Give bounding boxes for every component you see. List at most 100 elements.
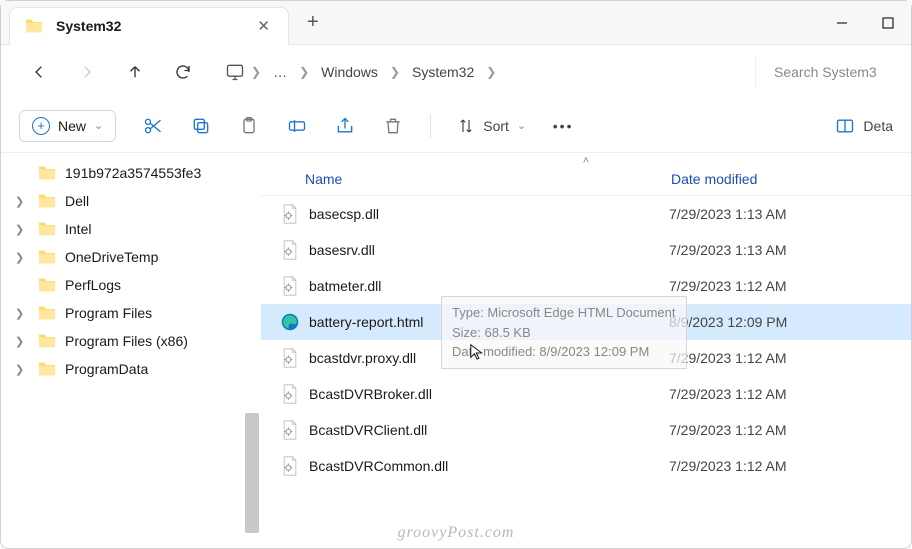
sidebar-item[interactable]: ❯ Program Files (x86) bbox=[1, 327, 261, 355]
chevron-right-icon[interactable]: ❯ bbox=[15, 307, 24, 320]
table-row[interactable]: battery-report.html8/9/2023 12:09 PM bbox=[261, 304, 911, 340]
breadcrumb-ellipsis[interactable]: … bbox=[267, 60, 293, 84]
file-date: 7/29/2023 1:13 AM bbox=[669, 242, 911, 258]
file-date: 7/29/2023 1:12 AM bbox=[669, 350, 911, 366]
chevron-right-icon[interactable]: ❯ bbox=[251, 65, 261, 79]
window-controls bbox=[819, 4, 911, 42]
column-headers: Name Date modified bbox=[261, 167, 911, 196]
sidebar-item-label: Program Files (x86) bbox=[65, 333, 188, 349]
file-date: 7/29/2023 1:12 AM bbox=[669, 458, 911, 474]
breadcrumb[interactable]: ❯ … ❯ Windows ❯ System32 ❯ bbox=[225, 60, 496, 84]
rename-button[interactable] bbox=[286, 115, 308, 137]
folder-icon bbox=[37, 333, 57, 349]
chevron-right-icon[interactable]: ❯ bbox=[15, 223, 24, 236]
minimize-button[interactable] bbox=[819, 4, 865, 42]
dll-file-icon bbox=[279, 384, 301, 404]
refresh-button[interactable] bbox=[161, 54, 205, 90]
folder-icon bbox=[37, 165, 57, 181]
chevron-right-icon[interactable]: ❯ bbox=[299, 65, 309, 79]
file-date: 7/29/2023 1:12 AM bbox=[669, 422, 911, 438]
table-row[interactable]: basesrv.dll7/29/2023 1:13 AM bbox=[261, 232, 911, 268]
sidebar-item-label: Intel bbox=[65, 221, 91, 237]
file-date: 7/29/2023 1:13 AM bbox=[669, 206, 911, 222]
sidebar-item-label: Program Files bbox=[65, 305, 152, 321]
sidebar-item-label: Dell bbox=[65, 193, 89, 209]
up-button[interactable] bbox=[113, 54, 157, 90]
file-list: ˄ Name Date modified basecsp.dll7/29/202… bbox=[261, 153, 911, 548]
chevron-down-icon: ⌄ bbox=[517, 119, 526, 132]
file-name: battery-report.html bbox=[309, 314, 669, 330]
chevron-right-icon[interactable]: ❯ bbox=[15, 363, 24, 376]
chevron-right-icon[interactable]: ❯ bbox=[15, 251, 24, 264]
back-button[interactable] bbox=[17, 54, 61, 90]
sidebar-item-label: PerfLogs bbox=[65, 277, 121, 293]
file-date: 7/29/2023 1:12 AM bbox=[669, 278, 911, 294]
cut-button[interactable] bbox=[142, 115, 164, 137]
sidebar-item[interactable]: ❯ OneDriveTemp bbox=[1, 243, 261, 271]
table-row[interactable]: BcastDVRCommon.dll7/29/2023 1:12 AM bbox=[261, 448, 911, 484]
file-date: 7/29/2023 1:12 AM bbox=[669, 386, 911, 402]
details-pane-button[interactable]: Deta bbox=[835, 116, 893, 136]
details-label: Deta bbox=[863, 118, 893, 134]
divider bbox=[430, 114, 431, 138]
folder-icon bbox=[37, 221, 57, 237]
sidebar-item[interactable]: ❯ Intel bbox=[1, 215, 261, 243]
file-name: basesrv.dll bbox=[309, 242, 669, 258]
paste-button[interactable] bbox=[238, 115, 260, 137]
sidebar-item[interactable]: ❯ ProgramData bbox=[1, 355, 261, 383]
content-area: ❯191b972a3574553fe3❯Dell❯Intel❯OneDriveT… bbox=[1, 153, 911, 548]
more-button[interactable]: ••• bbox=[552, 115, 574, 137]
dll-file-icon bbox=[279, 456, 301, 476]
window-tab[interactable]: System32 ✕ bbox=[9, 7, 289, 45]
file-rows: basecsp.dll7/29/2023 1:13 AMbasesrv.dll7… bbox=[261, 196, 911, 484]
forward-button[interactable] bbox=[65, 54, 109, 90]
sidebar-item[interactable]: ❯191b972a3574553fe3 bbox=[1, 159, 261, 187]
chevron-right-icon[interactable]: ❯ bbox=[15, 195, 24, 208]
copy-button[interactable] bbox=[190, 115, 212, 137]
new-button[interactable]: + New ⌄ bbox=[19, 110, 116, 142]
table-row[interactable]: bcastdvr.proxy.dll7/29/2023 1:12 AM bbox=[261, 340, 911, 376]
breadcrumb-segment[interactable]: Windows bbox=[315, 60, 384, 84]
dll-file-icon bbox=[279, 240, 301, 260]
chevron-right-icon[interactable]: ❯ bbox=[15, 335, 24, 348]
file-name: BcastDVRClient.dll bbox=[309, 422, 669, 438]
delete-button[interactable] bbox=[382, 115, 404, 137]
chevron-right-icon[interactable]: ❯ bbox=[486, 65, 496, 79]
file-name: bcastdvr.proxy.dll bbox=[309, 350, 669, 366]
scrollbar-thumb[interactable] bbox=[245, 413, 259, 533]
sidebar-item-label: OneDriveTemp bbox=[65, 249, 158, 265]
table-row[interactable]: BcastDVRClient.dll7/29/2023 1:12 AM bbox=[261, 412, 911, 448]
close-tab-icon[interactable]: ✕ bbox=[253, 15, 274, 37]
title-bar: System32 ✕ + bbox=[1, 1, 911, 45]
navigation-pane[interactable]: ❯191b972a3574553fe3❯Dell❯Intel❯OneDriveT… bbox=[1, 153, 261, 548]
sidebar-item-label: ProgramData bbox=[65, 361, 148, 377]
address-bar: ❯ … ❯ Windows ❯ System32 ❯ Search System… bbox=[1, 45, 911, 99]
file-name: basecsp.dll bbox=[309, 206, 669, 222]
table-row[interactable]: BcastDVRBroker.dll7/29/2023 1:12 AM bbox=[261, 376, 911, 412]
column-name[interactable]: Name bbox=[261, 171, 671, 187]
file-name: BcastDVRCommon.dll bbox=[309, 458, 669, 474]
sort-label: Sort bbox=[483, 118, 509, 134]
sidebar-item[interactable]: ❯PerfLogs bbox=[1, 271, 261, 299]
sort-indicator-icon: ˄ bbox=[261, 153, 911, 167]
chevron-down-icon: ⌄ bbox=[94, 119, 103, 132]
search-input[interactable]: Search System3 bbox=[755, 56, 895, 88]
folder-icon bbox=[24, 18, 44, 34]
sidebar-item-label: 191b972a3574553fe3 bbox=[65, 165, 201, 181]
tab-title: System32 bbox=[56, 18, 241, 34]
this-pc-icon[interactable] bbox=[225, 62, 245, 82]
table-row[interactable]: batmeter.dll7/29/2023 1:12 AM bbox=[261, 268, 911, 304]
chevron-right-icon[interactable]: ❯ bbox=[390, 65, 400, 79]
maximize-button[interactable] bbox=[865, 4, 911, 42]
breadcrumb-segment[interactable]: System32 bbox=[406, 60, 480, 84]
new-tab-button[interactable]: + bbox=[307, 11, 319, 34]
share-button[interactable] bbox=[334, 115, 356, 137]
sort-button[interactable]: Sort ⌄ bbox=[457, 117, 526, 135]
dll-file-icon bbox=[279, 276, 301, 296]
table-row[interactable]: basecsp.dll7/29/2023 1:13 AM bbox=[261, 196, 911, 232]
sidebar-item[interactable]: ❯ Dell bbox=[1, 187, 261, 215]
folder-icon bbox=[37, 249, 57, 265]
new-label: New bbox=[58, 118, 86, 134]
sidebar-item[interactable]: ❯ Program Files bbox=[1, 299, 261, 327]
column-date-modified[interactable]: Date modified bbox=[671, 171, 911, 187]
